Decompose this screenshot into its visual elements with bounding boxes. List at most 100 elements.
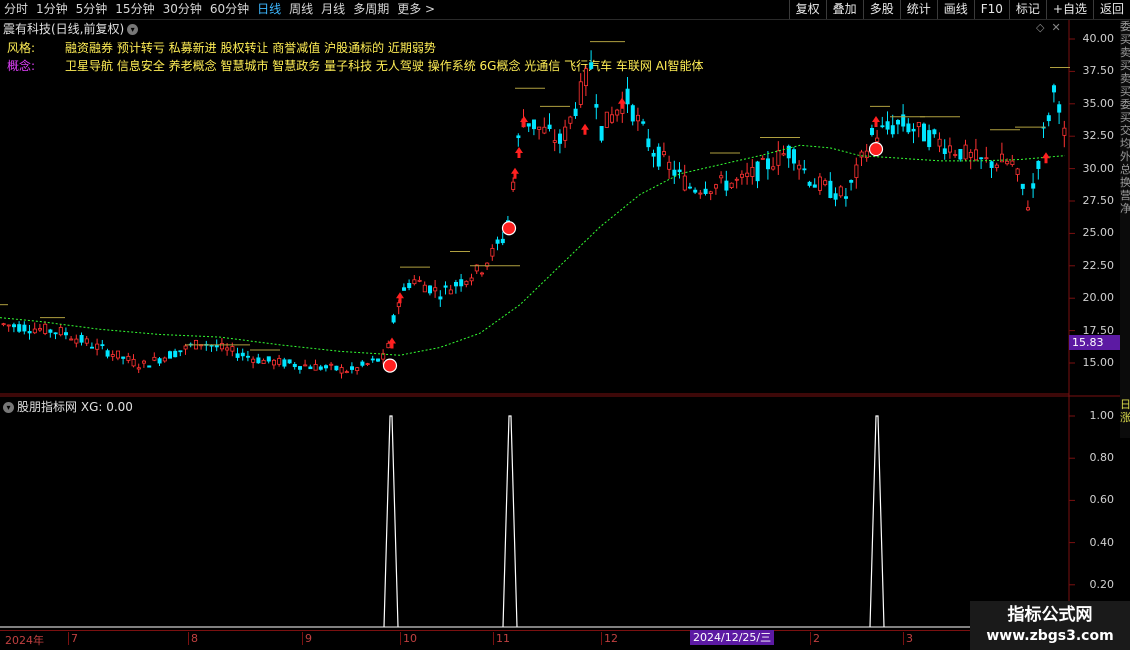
indicator-title[interactable]: ▾ 股朋指标网 XG: 0.00 [3, 398, 133, 415]
candle-up [69, 338, 74, 341]
candle-up [396, 302, 401, 308]
up-arrow-icon [511, 167, 519, 179]
candle-up [271, 359, 276, 366]
candle-down [323, 365, 328, 369]
candle-down [651, 152, 656, 157]
candle-up [6, 324, 11, 327]
up-arrow-icon [515, 147, 523, 159]
candle-down [308, 366, 313, 370]
candle-up [251, 358, 256, 363]
candle-up [136, 367, 141, 370]
candle-down [90, 346, 95, 349]
candle-down [672, 169, 677, 176]
indicator-tick: 0.40 [1089, 535, 1115, 549]
candle-down [532, 119, 537, 130]
candle-up [386, 342, 391, 349]
candle-down [235, 353, 240, 358]
date-highlight: 2024/12/25/三 [690, 630, 775, 645]
candle-up [230, 346, 235, 352]
candle-down [147, 365, 152, 368]
quote-sidebar[interactable]: 委买卖买卖买委买交均外总换营净 [1120, 20, 1130, 400]
candle-down [927, 130, 932, 148]
candle-down [989, 161, 994, 168]
candle-down [1036, 160, 1041, 169]
candle-up [552, 140, 557, 143]
price-tick: 27.50 [1082, 194, 1115, 207]
candle-up [662, 151, 667, 156]
candle-down [516, 135, 521, 139]
candle-up [776, 150, 781, 166]
candle-down [766, 158, 771, 170]
watermark: 指标公式网 www.zbgs3.com [970, 601, 1130, 650]
candle-down [1046, 115, 1051, 122]
candle-up [277, 358, 282, 365]
candle-down [495, 239, 500, 244]
candle-up [74, 338, 79, 344]
chart-canvas[interactable] [0, 0, 1130, 650]
candle-down [828, 180, 833, 198]
candle-down [173, 350, 178, 358]
buy-signal-icon [382, 358, 398, 373]
candle-up [771, 166, 776, 170]
indicator-tick: 0.60 [1089, 493, 1115, 507]
candle-up [714, 184, 719, 189]
quote-sidebar-lower[interactable]: 日涨 [1120, 398, 1130, 438]
candle-down [979, 157, 984, 160]
candle-up [563, 126, 568, 141]
candle-up [537, 126, 542, 130]
candle-down [459, 279, 464, 287]
candle-down [334, 365, 339, 371]
candle-down [547, 124, 552, 129]
candle-up [84, 338, 89, 344]
candle-up [994, 164, 999, 168]
candle-down [287, 359, 292, 364]
candle-down [318, 366, 323, 370]
candle-up [329, 363, 334, 366]
candle-up [1, 323, 6, 326]
candle-down [958, 148, 963, 160]
candle-up [162, 357, 167, 362]
candle-down [297, 366, 302, 370]
candle-down [121, 356, 126, 359]
candle-down [573, 108, 578, 117]
date-tick: 2 [810, 632, 820, 645]
candle-down [375, 358, 380, 362]
candle-up [417, 279, 422, 282]
candle-up [261, 359, 266, 364]
ma-line [0, 144, 1066, 356]
candle-down [942, 148, 947, 155]
candle-down [53, 332, 58, 335]
candle-up [750, 166, 755, 177]
chevron-down-icon[interactable]: ▾ [3, 402, 14, 413]
candle-down [105, 350, 110, 357]
up-arrow-icon [618, 97, 626, 109]
candle-down [391, 315, 396, 323]
date-axis: 2024年 7 8 9 10 11 12 2 3 [0, 630, 1070, 647]
candle-down [885, 121, 890, 130]
xg-spike [869, 415, 885, 628]
candle-up [667, 161, 672, 170]
candle-up [183, 345, 188, 350]
candle-down [646, 138, 651, 148]
up-arrow-icon [872, 115, 880, 127]
candle-up [568, 116, 573, 124]
price-tick: 30.00 [1082, 161, 1115, 175]
candle-up [854, 164, 859, 178]
price-tick: 35.00 [1082, 96, 1115, 110]
candle-down [896, 119, 901, 125]
candle-up [615, 109, 620, 116]
candle-down [906, 123, 911, 133]
candle-down [240, 352, 245, 357]
candle-down [724, 180, 729, 191]
candle-up [937, 138, 942, 147]
candle-up [110, 354, 115, 357]
indicator-tick: 1.00 [1089, 409, 1115, 422]
candle-down [64, 332, 69, 336]
candle-down [641, 121, 646, 124]
candle-down [870, 127, 875, 135]
candle-up [953, 154, 958, 156]
candle-up [412, 279, 417, 285]
candle-down [167, 351, 172, 359]
candle-up [916, 122, 921, 128]
indicator-tick: 0.20 [1089, 577, 1115, 591]
